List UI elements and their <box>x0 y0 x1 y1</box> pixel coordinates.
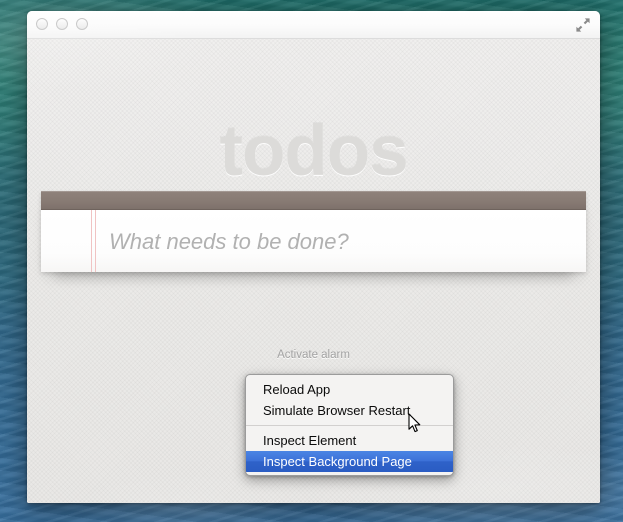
activate-alarm-link[interactable]: Activate alarm <box>27 349 600 361</box>
menu-item-inspect-background-page[interactable]: Inspect Background Page <box>246 451 453 472</box>
margin-rule-right-icon <box>95 210 96 272</box>
context-menu: Reload App Simulate Browser Restart Insp… <box>245 374 454 476</box>
todo-panel <box>41 191 586 272</box>
menu-item-reload-app[interactable]: Reload App <box>246 379 453 400</box>
menu-item-simulate-browser-restart[interactable]: Simulate Browser Restart <box>246 400 453 421</box>
minimize-button[interactable] <box>56 18 68 30</box>
close-button[interactable] <box>36 18 48 30</box>
app-window: todos Activate alarm Reload App Simulate… <box>27 11 600 503</box>
margin-rule-left-icon <box>91 210 92 272</box>
new-todo-row[interactable] <box>41 210 586 272</box>
todo-panel-topbar <box>41 191 586 210</box>
menu-item-inspect-element[interactable]: Inspect Element <box>246 430 453 451</box>
zoom-button[interactable] <box>76 18 88 30</box>
app-body: todos Activate alarm Reload App Simulate… <box>27 39 600 503</box>
page-title: todos <box>27 114 600 190</box>
new-todo-input[interactable] <box>107 210 580 272</box>
fullscreen-expand-icon[interactable] <box>575 17 591 33</box>
traffic-light-group <box>36 18 88 30</box>
menu-separator <box>246 425 453 426</box>
desktop-wallpaper: todos Activate alarm Reload App Simulate… <box>0 0 623 522</box>
window-titlebar[interactable] <box>27 11 600 39</box>
